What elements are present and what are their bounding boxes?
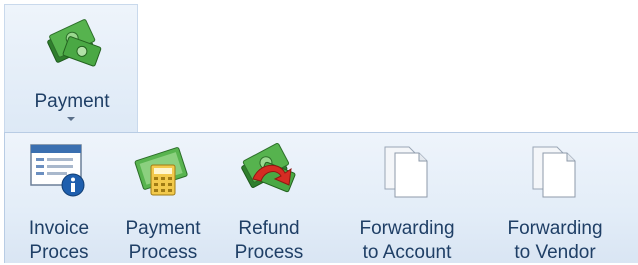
menu-item-label: Payment Process xyxy=(125,218,201,263)
menu-item-refund-process[interactable]: Refund Process xyxy=(221,139,317,264)
chevron-down-icon[interactable] xyxy=(67,117,75,121)
payment-calculator-icon xyxy=(134,147,188,196)
money-stack-icon xyxy=(47,19,102,67)
payment-button-label: Payment xyxy=(34,91,110,112)
ribbon-bar: Payment xyxy=(0,0,638,140)
menu-item-invoice-process[interactable]: Invoice Proces xyxy=(11,139,107,264)
menu-item-label: Forwarding to Account xyxy=(359,218,455,263)
payment-button[interactable]: Payment xyxy=(4,4,138,132)
payment-dropdown-menu: Invoice Proces Payment Process Refund Pr… xyxy=(4,132,638,263)
menu-item-forwarding-to-account[interactable]: Forwarding to Account xyxy=(349,139,465,264)
refund-icon xyxy=(241,143,296,193)
document-forward-icon xyxy=(532,146,576,198)
menu-item-label: Invoice Proces xyxy=(28,218,90,263)
invoice-icon xyxy=(30,144,85,197)
menu-item-label: Forwarding to Vendor xyxy=(507,218,603,263)
menu-item-forwarding-to-vendor[interactable]: Forwarding to Vendor xyxy=(497,139,613,264)
document-forward-icon xyxy=(384,146,428,198)
menu-item-label: Refund Process xyxy=(234,218,304,263)
menu-item-payment-process[interactable]: Payment Process xyxy=(115,139,211,264)
